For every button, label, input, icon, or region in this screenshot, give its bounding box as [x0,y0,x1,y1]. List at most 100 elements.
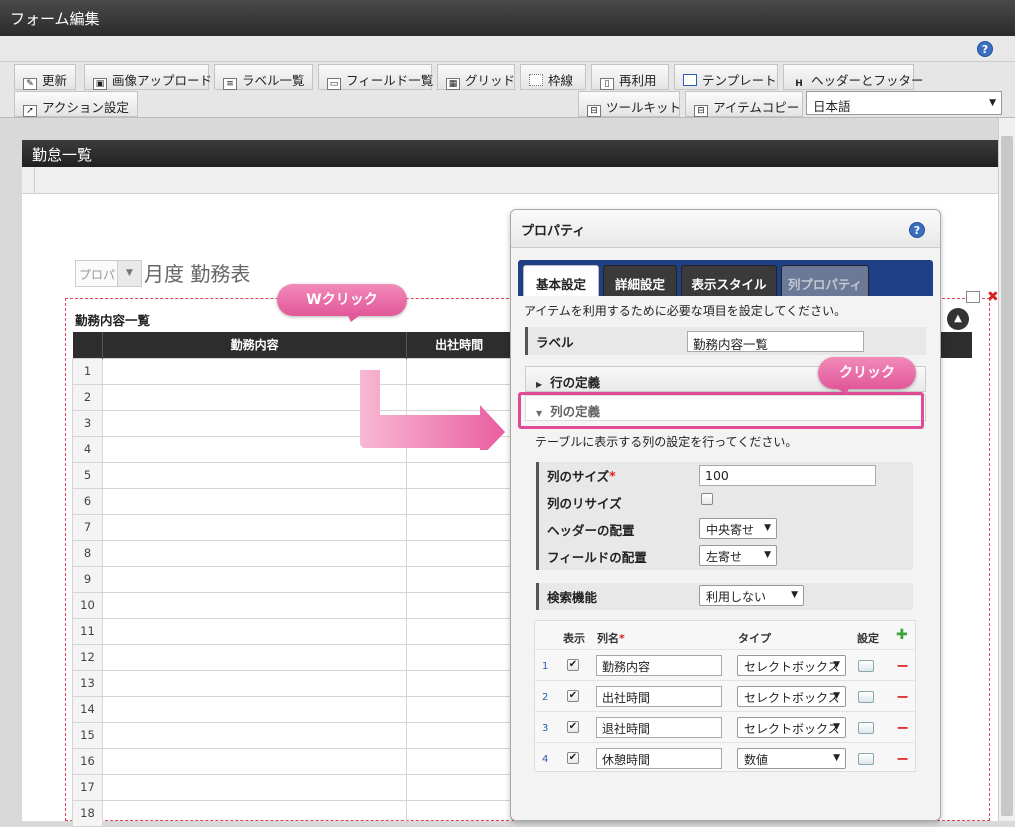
table-row[interactable]: 17 [72,773,512,801]
cell-work[interactable] [101,461,408,489]
column-header-work[interactable]: 勤務内容 [102,332,408,358]
border-button[interactable]: 枠線 [520,64,586,90]
cell-start[interactable] [406,747,512,775]
settings-icon[interactable] [858,722,874,734]
column-type-select[interactable]: 数値 ▼ [737,748,846,769]
cell-start[interactable] [406,565,512,593]
field-align-select[interactable]: 左寄せ ▼ [699,545,777,566]
table-row[interactable]: 7 [72,513,512,541]
table-row[interactable]: 18 [72,799,512,827]
tab-detail-settings[interactable]: 詳細設定 [603,265,677,296]
cell-work[interactable] [101,695,408,723]
remove-column-icon[interactable]: − [896,718,909,737]
row-number: 17 [72,773,103,801]
cell-work[interactable] [101,747,408,775]
cell-work[interactable] [101,591,408,619]
toolkit-button[interactable]: ⊟ ツールキット [578,91,681,117]
column-name-input[interactable]: 休憩時間 [596,748,722,769]
header-align-select[interactable]: 中央寄せ ▼ [699,518,777,539]
table-row[interactable]: 15 [72,721,512,749]
cell-start[interactable] [406,617,512,645]
vertical-scrollbar[interactable] [998,118,1015,821]
cell-start[interactable] [406,513,512,541]
search-select[interactable]: 利用しない ▼ [699,585,804,606]
action-settings-button[interactable]: ➚ アクション設定 [14,91,138,117]
table-row[interactable]: 8 [72,539,512,567]
show-checkbox[interactable]: ✔ [567,752,579,764]
column-type-select[interactable]: セレクトボックス ▼ [737,686,846,707]
column-type-select[interactable]: セレクトボックス ▼ [737,655,846,676]
label-list-button[interactable]: ≡ ラベル一覧 [214,64,313,90]
cell-start[interactable] [406,721,512,749]
cell-start[interactable] [406,643,512,671]
image-upload-button[interactable]: ▣ 画像アップロード [84,64,212,90]
table-row[interactable]: 5 [72,461,512,489]
cell-start[interactable] [406,539,512,567]
table-row[interactable]: 14 [72,695,512,723]
item-copy-button[interactable]: ⊟ アイテムコピー [685,91,803,117]
cell-start[interactable] [406,695,512,723]
help-icon[interactable]: ? [909,222,925,238]
cell-start[interactable] [406,461,512,489]
month-select[interactable]: プロパ ▼ [75,260,142,287]
cell-start[interactable] [406,591,512,619]
remove-column-icon[interactable]: − [896,749,909,768]
settings-icon[interactable] [858,753,874,765]
table-row[interactable]: 6 [72,487,512,515]
table-row[interactable]: 13 [72,669,512,697]
scrollbar-thumb[interactable] [1001,136,1013,816]
column-name-input[interactable]: 勤務内容 [596,655,722,676]
cell-work[interactable] [101,487,408,515]
image-icon: ▣ [93,78,107,90]
settings-icon[interactable] [858,660,874,672]
show-checkbox[interactable]: ✔ [567,690,579,702]
cell-work[interactable] [101,669,408,697]
column-header-extra [940,332,972,358]
tab-display-style[interactable]: 表示スタイル [681,265,777,296]
remove-column-icon[interactable]: − [896,687,909,706]
cell-work[interactable] [101,643,408,671]
cell-work[interactable] [101,513,408,541]
help-icon[interactable]: ? [977,41,993,57]
column-name-input[interactable]: 退社時間 [596,717,722,738]
table-icon[interactable] [966,291,980,303]
column-header-start[interactable]: 出社時間 [406,332,512,358]
table-row[interactable]: 12 [72,643,512,671]
table-row[interactable]: 9 [72,565,512,593]
cell-work[interactable] [101,773,408,801]
grid-button[interactable]: ▦ グリッド [437,64,515,90]
header-footer-button[interactable]: H ヘッダーとフッター [783,64,924,90]
reuse-button[interactable]: ▯ 再利用 [591,64,669,90]
cell-work[interactable] [101,799,408,827]
cell-work[interactable] [101,539,408,567]
language-select[interactable]: 日本語 ▼ [806,91,1002,115]
col-size-input[interactable]: 100 [699,465,876,486]
template-button[interactable]: テンプレート [674,64,778,90]
column-type-select[interactable]: セレクトボックス ▼ [737,717,846,738]
cell-work[interactable] [101,617,408,645]
cell-work[interactable] [101,721,408,749]
col-resize-checkbox[interactable] [701,493,713,505]
column-name-input[interactable]: 出社時間 [596,686,722,707]
remove-column-icon[interactable]: − [896,656,909,675]
tab-basic-settings[interactable]: 基本設定 [523,265,599,296]
cell-start[interactable] [406,799,512,827]
cell-start[interactable] [406,669,512,697]
scroll-up-icon[interactable]: ▲ [947,308,969,330]
delete-icon[interactable]: ✖ [987,289,999,305]
label-input[interactable]: 勤務内容一覧 [687,331,864,352]
table-row[interactable]: 16 [72,747,512,775]
table-row[interactable]: 10 [72,591,512,619]
settings-icon[interactable] [858,691,874,703]
cell-work[interactable] [101,565,408,593]
table-row[interactable]: 11 [72,617,512,645]
cell-start[interactable] [406,487,512,515]
add-column-icon[interactable]: ✚ [896,627,908,643]
show-checkbox[interactable]: ✔ [567,721,579,733]
field-list-button[interactable]: ▭ フィールド一覧 [318,64,433,90]
row-number: 3 [72,409,103,437]
show-checkbox[interactable]: ✔ [567,659,579,671]
cell-start[interactable] [406,773,512,801]
update-button[interactable]: ✎ 更新 [14,64,76,90]
help-bar: ? [0,36,1015,62]
